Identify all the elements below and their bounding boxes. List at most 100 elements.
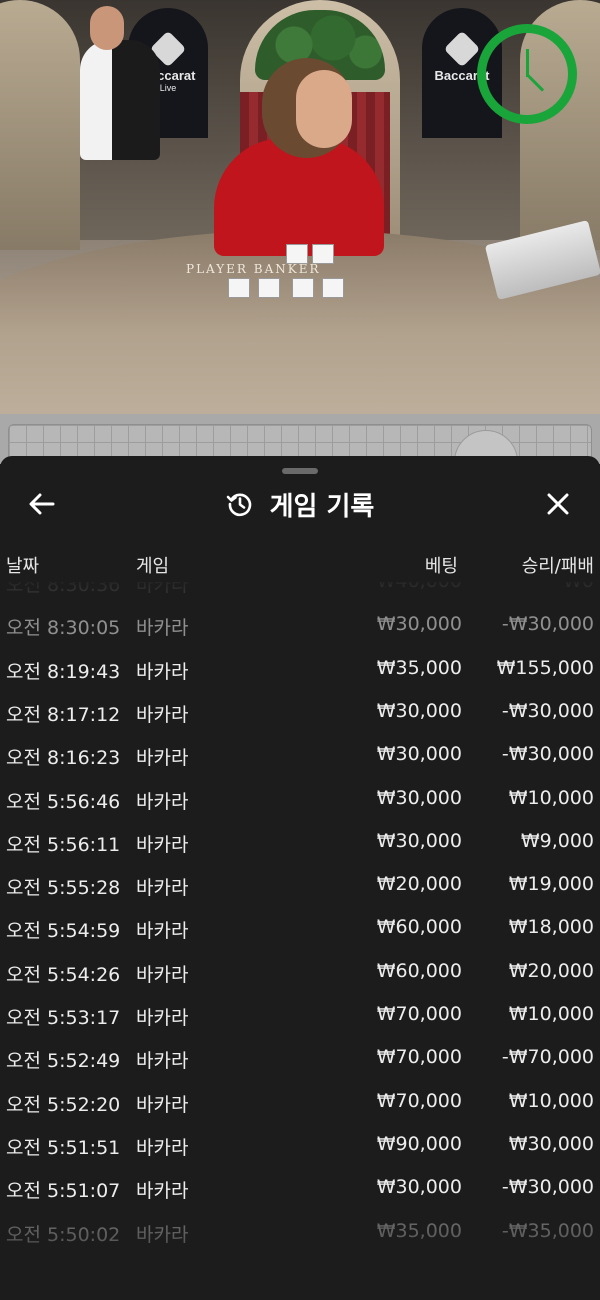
- table-row: 오전 5:56:11 바카라 ₩30,000 ₩9,000: [0, 830, 600, 860]
- row-game: 바카라: [136, 617, 189, 640]
- row-date: 오전 5:56:46: [6, 790, 121, 813]
- row-bet: ₩30,000: [376, 743, 462, 766]
- row-result: -₩30,000: [501, 613, 594, 636]
- row-result: ₩18,000: [508, 916, 594, 939]
- table-print: PLAYER BANKER: [186, 262, 321, 276]
- table-row: 오전 8:16:23 바카라 ₩30,000 -₩30,000: [0, 743, 600, 773]
- row-game: 바카라: [136, 1180, 189, 1203]
- row-game: 바카라: [136, 1007, 189, 1029]
- dealer-face: [296, 70, 352, 148]
- row-game: 바카라: [136, 963, 189, 986]
- row-game: 바카라: [136, 1093, 189, 1116]
- row-date: 오전 5:54:59: [6, 920, 121, 943]
- row-result: ₩10,000: [508, 1089, 594, 1112]
- row-date: 오전 8:30:05: [6, 617, 121, 640]
- row-bet: ₩30,000: [376, 786, 462, 809]
- row-bet: ₩30,000: [376, 829, 462, 852]
- row-date: 오전 5:50:02: [6, 1223, 121, 1246]
- row-result: -₩30,000: [501, 1176, 594, 1199]
- table-row: 오전 5:52:20 바카라 ₩70,000 ₩10,000: [0, 1090, 600, 1120]
- live-video-stream[interactable]: Baccarat Live Baccarat PLAYER BANKER: [0, 0, 600, 414]
- close-icon: [547, 493, 569, 515]
- row-date: 오전 5:52:20: [6, 1093, 121, 1116]
- row-game: 바카라: [136, 703, 189, 726]
- row-result: ₩20,000: [508, 959, 594, 982]
- table-row: 오전 5:51:07 바카라 ₩30,000 -₩30,000: [0, 1176, 600, 1206]
- table-row: 오전 8:19:43 바카라 ₩35,000 ₩155,000: [0, 657, 600, 687]
- row-date: 오전 8:17:12: [6, 703, 121, 726]
- table-row: 오전 5:51:51 바카라 ₩90,000 ₩30,000: [0, 1133, 600, 1163]
- table-row: 오전 5:54:26 바카라 ₩60,000 ₩20,000: [0, 960, 600, 990]
- second-dealer: [80, 40, 160, 160]
- column-header-result[interactable]: 승리/패배: [522, 552, 594, 577]
- row-bet: ₩40,000: [377, 582, 462, 592]
- row-game: 바카라: [136, 1223, 189, 1246]
- playing-card: [286, 244, 308, 264]
- row-bet: ₩30,000: [376, 613, 462, 636]
- playing-card: [292, 278, 314, 298]
- row-game: 바카라: [136, 660, 189, 683]
- playing-card: [228, 278, 250, 298]
- row-bet: ₩20,000: [376, 873, 462, 896]
- table-row: 오전 5:52:49 바카라 ₩70,000 -₩70,000: [0, 1046, 600, 1076]
- table-row: 오전 5:54:59 바카라 ₩60,000 ₩18,000: [0, 916, 600, 946]
- column-header-game[interactable]: 게임: [136, 552, 169, 577]
- row-result: -₩30,000: [501, 743, 594, 766]
- row-date: 오전 8:16:23: [6, 747, 121, 770]
- second-dealer-head: [90, 6, 124, 50]
- row-result: ₩9,000: [520, 829, 594, 852]
- row-date: 오전 8:19:43: [6, 660, 121, 683]
- row-date: 오전 5:53:17: [6, 1007, 121, 1029]
- row-bet: ₩30,000: [376, 699, 462, 722]
- row-result: -₩70,000: [501, 1046, 594, 1069]
- playing-card: [258, 278, 280, 298]
- row-bet: ₩70,000: [376, 1003, 462, 1025]
- row-date: 오전 5:51:07: [6, 1180, 121, 1203]
- history-clock-icon: [226, 493, 251, 517]
- playing-card: [312, 244, 334, 264]
- row-result: -₩35,000: [501, 1219, 594, 1242]
- row-result: ₩10,000: [508, 786, 594, 809]
- back-button[interactable]: [24, 486, 60, 522]
- row-result: -₩30,000: [501, 699, 594, 722]
- table-row: 오전 5:50:02 바카라 ₩35,000 -₩35,000: [0, 1220, 600, 1250]
- row-bet: ₩60,000: [376, 959, 462, 982]
- table-row: 오전 8:30:36 바카라 ₩40,000 ₩0: [0, 582, 600, 600]
- row-date: 오전 5:54:26: [6, 963, 121, 986]
- timer-clock-icon: [477, 24, 577, 124]
- row-bet: ₩70,000: [376, 1089, 462, 1112]
- row-bet: ₩30,000: [376, 1176, 462, 1199]
- table-row: 오전 8:17:12 바카라 ₩30,000 -₩30,000: [0, 700, 600, 730]
- row-result: ₩19,000: [508, 873, 594, 896]
- row-game: 바카라: [136, 1050, 189, 1073]
- row-date: 오전 5:56:11: [6, 833, 121, 856]
- history-list[interactable]: 오전 8:30:36 바카라 ₩40,000 ₩0 오전 8:30:05 바카라 ₩30,0…: [0, 582, 600, 1272]
- row-bet: ₩70,000: [376, 1046, 462, 1069]
- row-bet: ₩35,000: [376, 656, 462, 679]
- row-result: ₩155,000: [496, 656, 594, 679]
- column-header-bet[interactable]: 베팅: [425, 552, 458, 577]
- row-bet: ₩60,000: [376, 916, 462, 939]
- playing-card: [322, 278, 344, 298]
- row-date: 오전 5:52:49: [6, 1050, 121, 1073]
- arrow-left-icon: [29, 493, 55, 515]
- table-row: 오전 5:53:17 바카라 ₩70,000 ₩10,000: [0, 1003, 600, 1033]
- drag-handle[interactable]: [282, 468, 318, 474]
- row-bet: ₩90,000: [376, 1132, 462, 1155]
- game-history-sheet: 게임 기록 날짜 게임 베팅 승리/패배 오전 8:30:36 바카라 ₩40,00…: [0, 456, 600, 1300]
- table-row: 오전 5:55:28 바카라 ₩20,000 ₩19,000: [0, 873, 600, 903]
- row-date: 오전 5:51:51: [6, 1136, 121, 1159]
- row-date: 오전 5:55:28: [6, 877, 121, 900]
- row-bet: ₩35,000: [376, 1219, 462, 1242]
- row-date: 오전 8:30:36: [6, 582, 121, 596]
- studio-arch: [0, 0, 80, 250]
- row-result: ₩10,000: [508, 1003, 594, 1025]
- row-result: ₩0: [563, 582, 594, 592]
- sheet-header: 게임 기록: [0, 484, 600, 524]
- row-game: 바카라: [136, 920, 189, 943]
- column-header-date[interactable]: 날짜: [6, 552, 39, 577]
- close-button[interactable]: [538, 486, 578, 522]
- row-game: 바카라: [136, 790, 189, 813]
- table-row: 오전 5:56:46 바카라 ₩30,000 ₩10,000: [0, 787, 600, 817]
- baccarat-logo-icon: [443, 30, 481, 68]
